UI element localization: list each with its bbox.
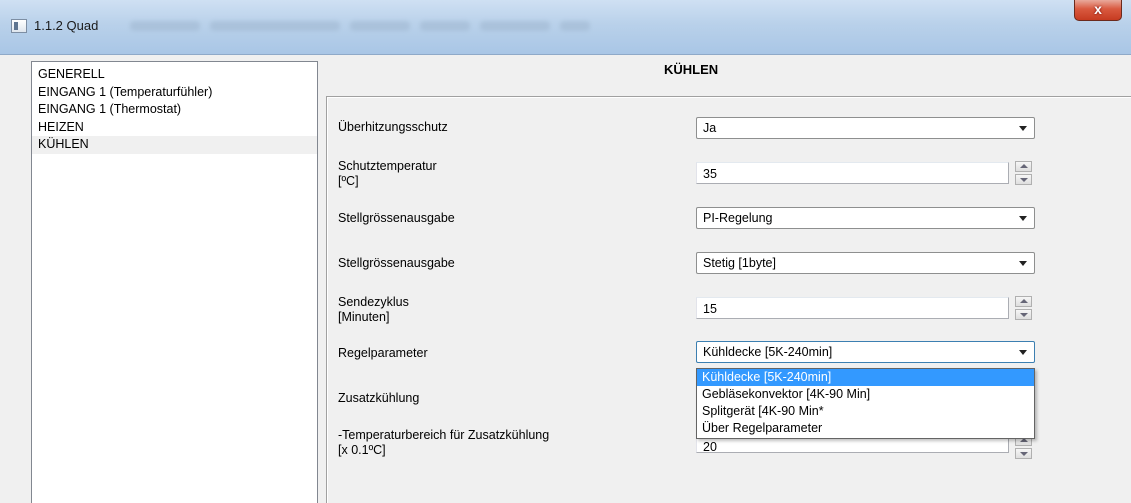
protect-temp-label-line2: [ºC] [338, 174, 359, 188]
dropdown-option-ueber-regelparameter[interactable]: Über Regelparameter [697, 420, 1034, 437]
chevron-down-icon [1019, 126, 1027, 131]
chevron-down-icon [1019, 216, 1027, 221]
control-param-value: Kühldecke [5K-240min] [703, 345, 833, 359]
protect-temp-input[interactable]: 35 [696, 162, 1009, 184]
control-output-value: PI-Regelung [703, 211, 773, 225]
control-output2-select[interactable]: Stetig [1byte] [696, 252, 1035, 274]
blurred-menu [420, 21, 470, 31]
control-output-label: Stellgrössenausgabe [338, 211, 455, 225]
blurred-menu [560, 21, 590, 31]
spin-down-icon[interactable] [1015, 309, 1032, 320]
blurred-menu [350, 21, 410, 31]
chevron-down-icon [1019, 350, 1027, 355]
chevron-down-icon [1019, 261, 1027, 266]
nav-item-eingang1-thermostat[interactable]: EINGANG 1 (Thermostat) [32, 101, 317, 119]
additional-cooling-label: Zusatzkühlung [338, 391, 420, 405]
spin-down-icon[interactable] [1015, 174, 1032, 185]
dropdown-option-kuehldecke[interactable]: Kühldecke [5K-240min] [697, 369, 1034, 386]
overheat-select[interactable]: Ja [696, 117, 1035, 139]
protect-temp-value: 35 [703, 167, 717, 181]
temp-range-label: -Temperaturbereich für Zusatzkühlung [x … [338, 428, 549, 458]
protect-temp-stepper[interactable] [1015, 161, 1032, 185]
control-param-dropdown[interactable]: Kühldecke [5K-240min] Gebläsekonvektor [… [696, 368, 1035, 439]
close-button[interactable]: x [1074, 0, 1122, 21]
send-cycle-stepper[interactable] [1015, 296, 1032, 320]
spin-up-icon[interactable] [1015, 296, 1032, 307]
dropdown-option-geblaesekonvektor[interactable]: Gebläsekonvektor [4K-90 Min] [697, 386, 1034, 403]
protect-temp-label-line1: Schutztemperatur [338, 159, 437, 173]
dropdown-option-splitgeraet[interactable]: Splitgerät [4K-90 Min* [697, 403, 1034, 420]
nav-panel: GENERELL EINGANG 1 (Temperaturfühler) EI… [31, 61, 318, 503]
temp-range-value: 20 [703, 440, 717, 454]
control-output-select[interactable]: PI-Regelung [696, 207, 1035, 229]
send-cycle-label-line2: [Minuten] [338, 310, 390, 324]
control-output2-label: Stellgrössenausgabe [338, 256, 455, 270]
nav-item-kuehlen[interactable]: KÜHLEN [32, 136, 317, 154]
blurred-menu [210, 21, 340, 31]
nav-item-heizen[interactable]: HEIZEN [32, 119, 317, 137]
temp-range-label-line2: [x 0.1ºC] [338, 443, 386, 457]
spin-up-icon[interactable] [1015, 161, 1032, 172]
blurred-menu [480, 21, 550, 31]
nav-item-eingang1-temperaturfuehler[interactable]: EINGANG 1 (Temperaturfühler) [32, 84, 317, 102]
control-param-select[interactable]: Kühldecke [5K-240min] [696, 341, 1035, 363]
spin-down-icon[interactable] [1015, 448, 1032, 459]
blurred-menu [130, 21, 200, 31]
overheat-label: Überhitzungsschutz [338, 120, 448, 134]
send-cycle-input[interactable]: 15 [696, 297, 1009, 319]
send-cycle-value: 15 [703, 302, 717, 316]
send-cycle-label-line1: Sendezyklus [338, 295, 409, 309]
send-cycle-label: Sendezyklus [Minuten] [338, 295, 409, 325]
window-title: 1.1.2 Quad [34, 18, 99, 33]
protect-temp-label: Schutztemperatur [ºC] [338, 159, 437, 189]
nav-item-generell[interactable]: GENERELL [32, 66, 317, 84]
title-bar: 1.1.2 Quad x [0, 0, 1131, 55]
control-output2-value: Stetig [1byte] [703, 256, 776, 270]
temp-range-label-line1: -Temperaturbereich für Zusatzkühlung [338, 428, 550, 442]
control-param-label: Regelparameter [338, 346, 428, 360]
overheat-value: Ja [703, 121, 717, 135]
page-title: KÜHLEN [664, 62, 719, 77]
app-icon [11, 19, 27, 33]
